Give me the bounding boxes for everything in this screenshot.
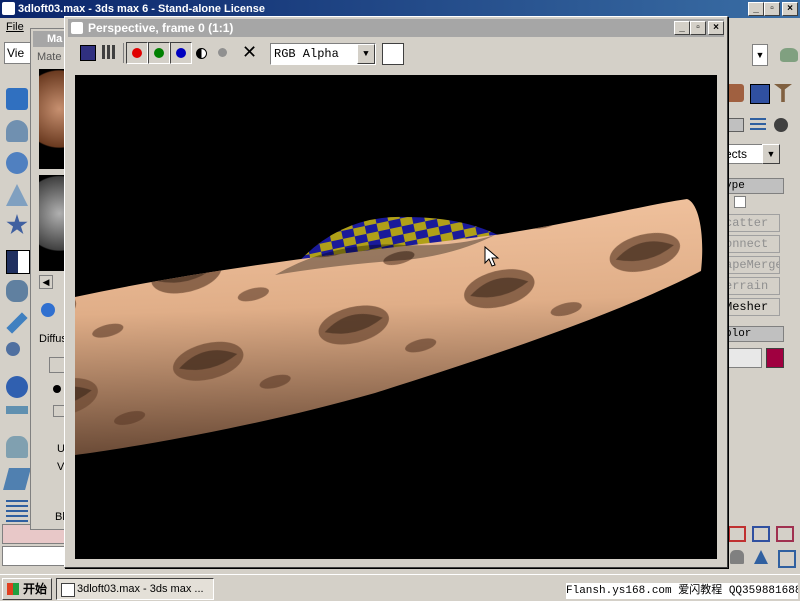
display-icon[interactable] xyxy=(726,84,744,102)
frame-window-icon xyxy=(71,22,83,34)
frame-window-title: Perspective, frame 0 (1:1) xyxy=(88,21,234,35)
app-icon xyxy=(2,2,15,15)
taskbar: 开始 3dloft03.max - 3ds max ... Flansh.ys1… xyxy=(0,574,800,601)
app-icon xyxy=(61,583,75,597)
terrain-button[interactable]: errain xyxy=(724,277,780,295)
chevron-down-icon: ▼ xyxy=(357,44,375,64)
get-material-icon[interactable] xyxy=(41,303,55,317)
frame-toolbar: ✕ RGB Alpha ▼ xyxy=(68,39,724,67)
hammer-icon[interactable] xyxy=(774,84,792,102)
zoom-all-icon[interactable] xyxy=(776,526,794,542)
script-field[interactable] xyxy=(2,546,66,566)
wand-icon[interactable] xyxy=(6,312,28,334)
frame-window-title-bar: Perspective, frame 0 (1:1) _ ▫ × xyxy=(68,19,724,37)
maximize-viewport-icon[interactable] xyxy=(778,550,796,568)
menu-file[interactable]: File xyxy=(6,21,24,33)
frame-minimize-button[interactable]: _ xyxy=(674,21,690,35)
mesher-button[interactable]: Mesher xyxy=(724,298,780,316)
start-label: 开始 xyxy=(23,582,48,596)
hand-icon[interactable] xyxy=(6,436,28,458)
left-toolbar xyxy=(0,80,34,522)
material-editor-menu[interactable]: Mate xyxy=(37,51,61,63)
green-channel-icon xyxy=(154,48,164,58)
top-dropdown-arrow[interactable]: ▼ xyxy=(752,44,768,66)
object-type-header[interactable]: ype xyxy=(724,178,784,194)
create-objects-icon[interactable] xyxy=(6,88,28,110)
toolbar-separator xyxy=(123,43,124,63)
magnifier-icon[interactable] xyxy=(6,342,20,356)
clear-icon[interactable]: ✕ xyxy=(242,42,257,62)
shapemerge-button[interactable]: apeMerge xyxy=(724,256,780,274)
rendered-frame-window: Perspective, frame 0 (1:1) _ ▫ × ✕ RGB A… xyxy=(64,16,728,568)
frame-maximize-button[interactable]: ▫ xyxy=(690,21,706,35)
waves-icon[interactable] xyxy=(750,118,766,130)
windows-logo-icon xyxy=(7,583,19,595)
checker-icon[interactable] xyxy=(6,250,30,274)
sphere-icon[interactable] xyxy=(6,152,28,174)
frame-close-button[interactable]: × xyxy=(708,21,724,35)
zoom-region-icon[interactable] xyxy=(728,526,746,542)
cylinder-stack-icon[interactable] xyxy=(6,280,28,302)
scatter-button[interactable]: catter xyxy=(724,214,780,232)
name-and-color-header[interactable]: olor xyxy=(724,326,784,342)
clone-icon[interactable] xyxy=(102,45,116,59)
scroll-left-arrow[interactable]: ◀ xyxy=(39,275,53,289)
channel-select[interactable]: RGB Alpha ▼ xyxy=(270,43,376,65)
autogrid-checkbox[interactable] xyxy=(734,196,746,208)
system-tray-watermark: Flansh.ys168.com 爱闪教程 QQ359881688 xyxy=(566,583,798,599)
red-channel-icon xyxy=(132,48,142,58)
command-panel: ▼ ects ▼ ype catter onnect apeMerge erra… xyxy=(722,38,800,578)
taskbar-item-3dsmax[interactable]: 3dloft03.max - 3ds max ... xyxy=(56,578,214,600)
green-channel-toggle[interactable] xyxy=(148,42,170,64)
connect-button[interactable]: onnect xyxy=(724,235,780,253)
viewport-label: Vie xyxy=(7,46,25,60)
pan-hand-icon[interactable] xyxy=(730,550,744,564)
rendered-scene xyxy=(75,199,703,455)
light-icon[interactable] xyxy=(6,184,28,206)
gear-icon[interactable] xyxy=(774,118,788,132)
teapot-render-icon[interactable] xyxy=(780,48,798,62)
effects-icon[interactable] xyxy=(726,118,744,132)
monochrome-icon[interactable] xyxy=(218,48,227,57)
star-icon[interactable] xyxy=(6,214,28,235)
close-button[interactable]: × xyxy=(782,2,798,16)
pixel-color-swatch[interactable] xyxy=(382,43,404,65)
chevron-down-icon[interactable]: ▼ xyxy=(762,144,780,164)
teapot-icon[interactable] xyxy=(6,120,28,142)
taskbar-item-label: 3dloft03.max - 3ds max ... xyxy=(77,583,204,595)
render-frame-icon[interactable] xyxy=(750,84,770,104)
minimize-button[interactable]: _ xyxy=(748,2,764,16)
arc-rotate-icon[interactable] xyxy=(754,550,768,564)
blue-channel-icon xyxy=(176,48,186,58)
blue-channel-toggle[interactable] xyxy=(170,42,192,64)
alpha-channel-icon[interactable] xyxy=(196,48,207,59)
save-icon[interactable] xyxy=(80,45,96,61)
utility-icon[interactable] xyxy=(6,406,28,414)
channel-select-value: RGB Alpha xyxy=(274,47,339,61)
viewport-dropdown[interactable]: Vie xyxy=(4,42,32,64)
waves-icon[interactable] xyxy=(6,500,28,522)
object-name-field[interactable] xyxy=(724,348,762,368)
maximize-button[interactable]: ▫ xyxy=(764,2,780,16)
cursor-tool-icon[interactable] xyxy=(3,468,31,490)
gear-icon[interactable] xyxy=(6,376,28,398)
rollout-toggle[interactable] xyxy=(49,357,65,373)
object-color-swatch[interactable] xyxy=(766,348,784,368)
start-button[interactable]: 开始 xyxy=(2,578,52,600)
material-editor-title: Ma xyxy=(47,33,63,45)
diffuse-label: Diffus xyxy=(39,333,67,345)
zoom-extents-icon[interactable] xyxy=(752,526,770,542)
red-channel-toggle[interactable] xyxy=(126,42,148,64)
rendered-image xyxy=(75,75,717,559)
radio-button[interactable] xyxy=(53,385,61,393)
